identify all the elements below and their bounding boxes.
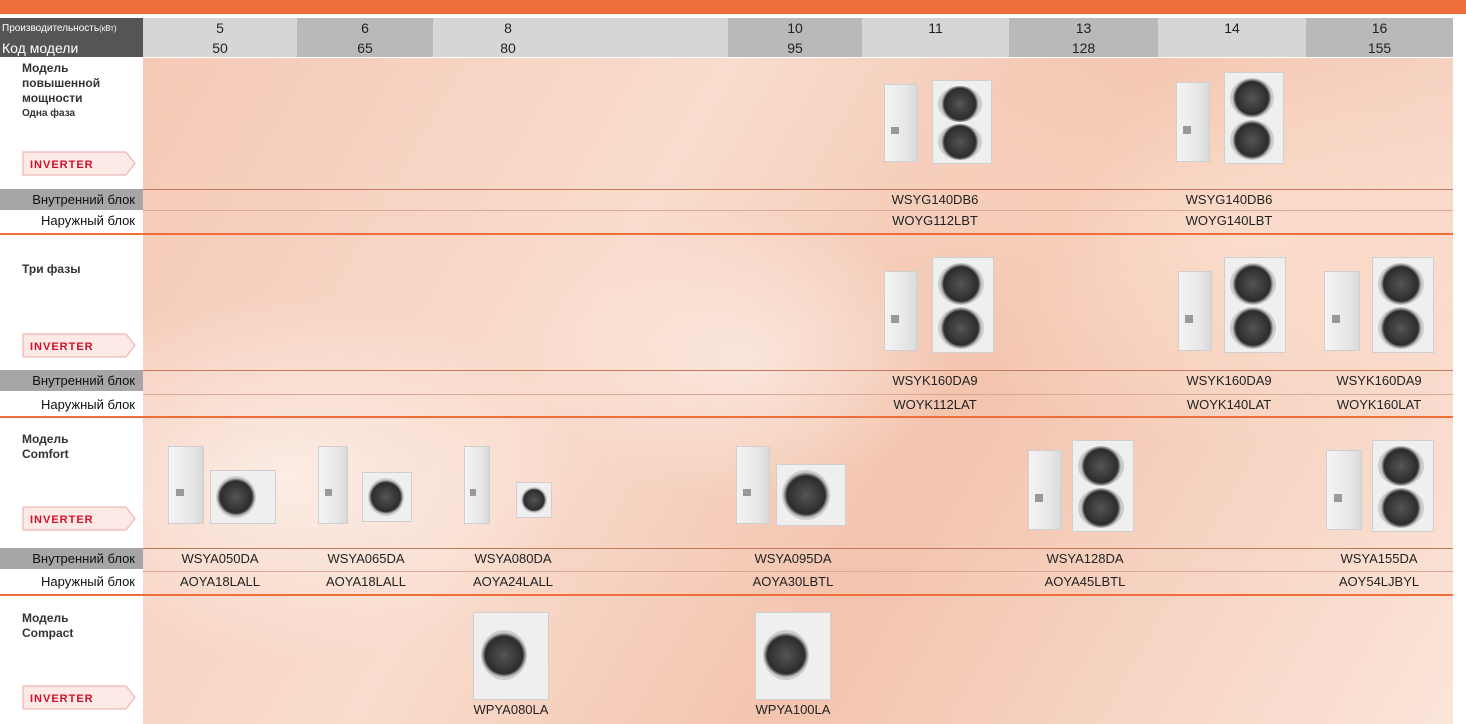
unit-image — [755, 612, 831, 702]
model-value: WPYA080LA — [473, 702, 549, 717]
section-comfort-title: Модель Comfort — [22, 432, 69, 462]
indoor-label: Внутренний блок — [0, 189, 143, 210]
code-11 — [862, 38, 1009, 57]
model-value: WSYK160DA9 — [1186, 373, 1272, 388]
model-value: AOYA24LALL — [473, 574, 553, 589]
title-line: повышенной — [22, 76, 101, 90]
model-value: WOYG112LBT — [892, 213, 978, 228]
model-value: WOYK112LAT — [893, 397, 977, 412]
title-line: мощности — [22, 91, 83, 105]
cap-14: 14 — [1158, 18, 1306, 38]
unit-image — [168, 446, 280, 526]
section-divider — [0, 416, 1453, 418]
model-value: AOYA30LBTL — [752, 574, 834, 589]
outdoor-label: Наружный блок — [0, 210, 143, 231]
model-value: WSYK160DA9 — [1336, 373, 1422, 388]
cap-6: 6 — [297, 18, 433, 38]
code-blank — [583, 38, 728, 57]
code-14 — [1158, 38, 1306, 57]
badge-text: INVERTER — [30, 693, 94, 705]
cap-13: 13 — [1009, 18, 1158, 38]
unit-image — [1028, 440, 1138, 532]
section-divider — [0, 233, 1453, 235]
unit-image — [464, 446, 560, 526]
model-value: WSYG140DB6 — [1185, 192, 1273, 207]
subtitle: Одна фаза — [22, 108, 76, 119]
cap-blank — [583, 18, 728, 38]
code-95: 95 — [728, 38, 862, 57]
outdoor-label: Наружный блок — [0, 571, 143, 592]
model-value: AOYA18LALL — [326, 574, 406, 589]
top-banner — [0, 0, 1466, 14]
model-value: AOY54LJBYL — [1338, 574, 1420, 589]
model-value: WOYK160LAT — [1336, 397, 1422, 412]
cap-11: 11 — [862, 18, 1009, 38]
code-155: 155 — [1306, 38, 1453, 57]
unit-image — [884, 80, 994, 164]
inverter-badge: INVERTER — [22, 506, 136, 531]
inverter-badge: INVERTER — [22, 151, 136, 176]
unit-image — [884, 257, 996, 353]
perf-unit: (кВт) — [99, 23, 117, 33]
model-value: WSYA080DA — [474, 551, 552, 566]
model-code-label: Код модели — [0, 38, 143, 57]
model-value: AOYA18LALL — [180, 574, 260, 589]
section-three-title: Три фазы — [22, 262, 81, 276]
model-value: WOYG140LBT — [1185, 213, 1273, 228]
unit-image — [1324, 257, 1440, 353]
inverter-badge: INVERTER — [22, 333, 136, 358]
unit-image — [473, 612, 549, 702]
unit-image — [1326, 440, 1438, 532]
model-value: WSYA065DA — [327, 551, 405, 566]
unit-image — [736, 446, 848, 528]
code-128: 128 — [1009, 38, 1158, 57]
model-value: WSYK160DA9 — [892, 373, 978, 388]
model-value: WSYA128DA — [1046, 551, 1124, 566]
unit-image — [318, 446, 414, 526]
model-value: WSYA155DA — [1340, 551, 1418, 566]
indoor-label: Внутренний блок — [0, 370, 143, 391]
perf-label: Производительность (кВт) — [0, 18, 143, 38]
model-value: WOYK140LAT — [1186, 397, 1272, 412]
title-line: Comfort — [22, 447, 69, 461]
model-value: WSYA050DA — [181, 551, 259, 566]
title-line: Модель — [22, 611, 69, 625]
cap-5: 5 — [143, 18, 297, 38]
model-value: WSYA095DA — [754, 551, 832, 566]
title-line: Модель — [22, 61, 69, 75]
title-line: Модель — [22, 432, 69, 446]
section-divider — [0, 594, 1453, 596]
code-50: 50 — [143, 38, 297, 57]
outdoor-label: Наружный блок — [0, 394, 143, 415]
code-65: 65 — [297, 38, 433, 57]
section-compact-title: Модель Compact — [22, 611, 73, 641]
indoor-label: Внутренний блок — [0, 548, 143, 569]
model-value: AOYA45LBTL — [1044, 574, 1126, 589]
model-value: WPYA100LA — [755, 702, 831, 717]
code-80: 80 — [433, 38, 583, 57]
model-value: WSYG140DB6 — [891, 192, 979, 207]
inverter-badge: INVERTER — [22, 685, 136, 710]
unit-image — [1176, 72, 1286, 164]
section-high-title: Модель повышенной мощности Одна фаза — [22, 61, 100, 121]
perf-label-text: Производительность — [2, 22, 100, 34]
badge-text: INVERTER — [30, 159, 94, 171]
title-line: Compact — [22, 626, 74, 640]
badge-text: INVERTER — [30, 341, 94, 353]
cap-10: 10 — [728, 18, 862, 38]
cap-16: 16 — [1306, 18, 1453, 38]
badge-text: INVERTER — [30, 514, 94, 526]
cap-8: 8 — [433, 18, 583, 38]
unit-image — [1178, 257, 1288, 353]
